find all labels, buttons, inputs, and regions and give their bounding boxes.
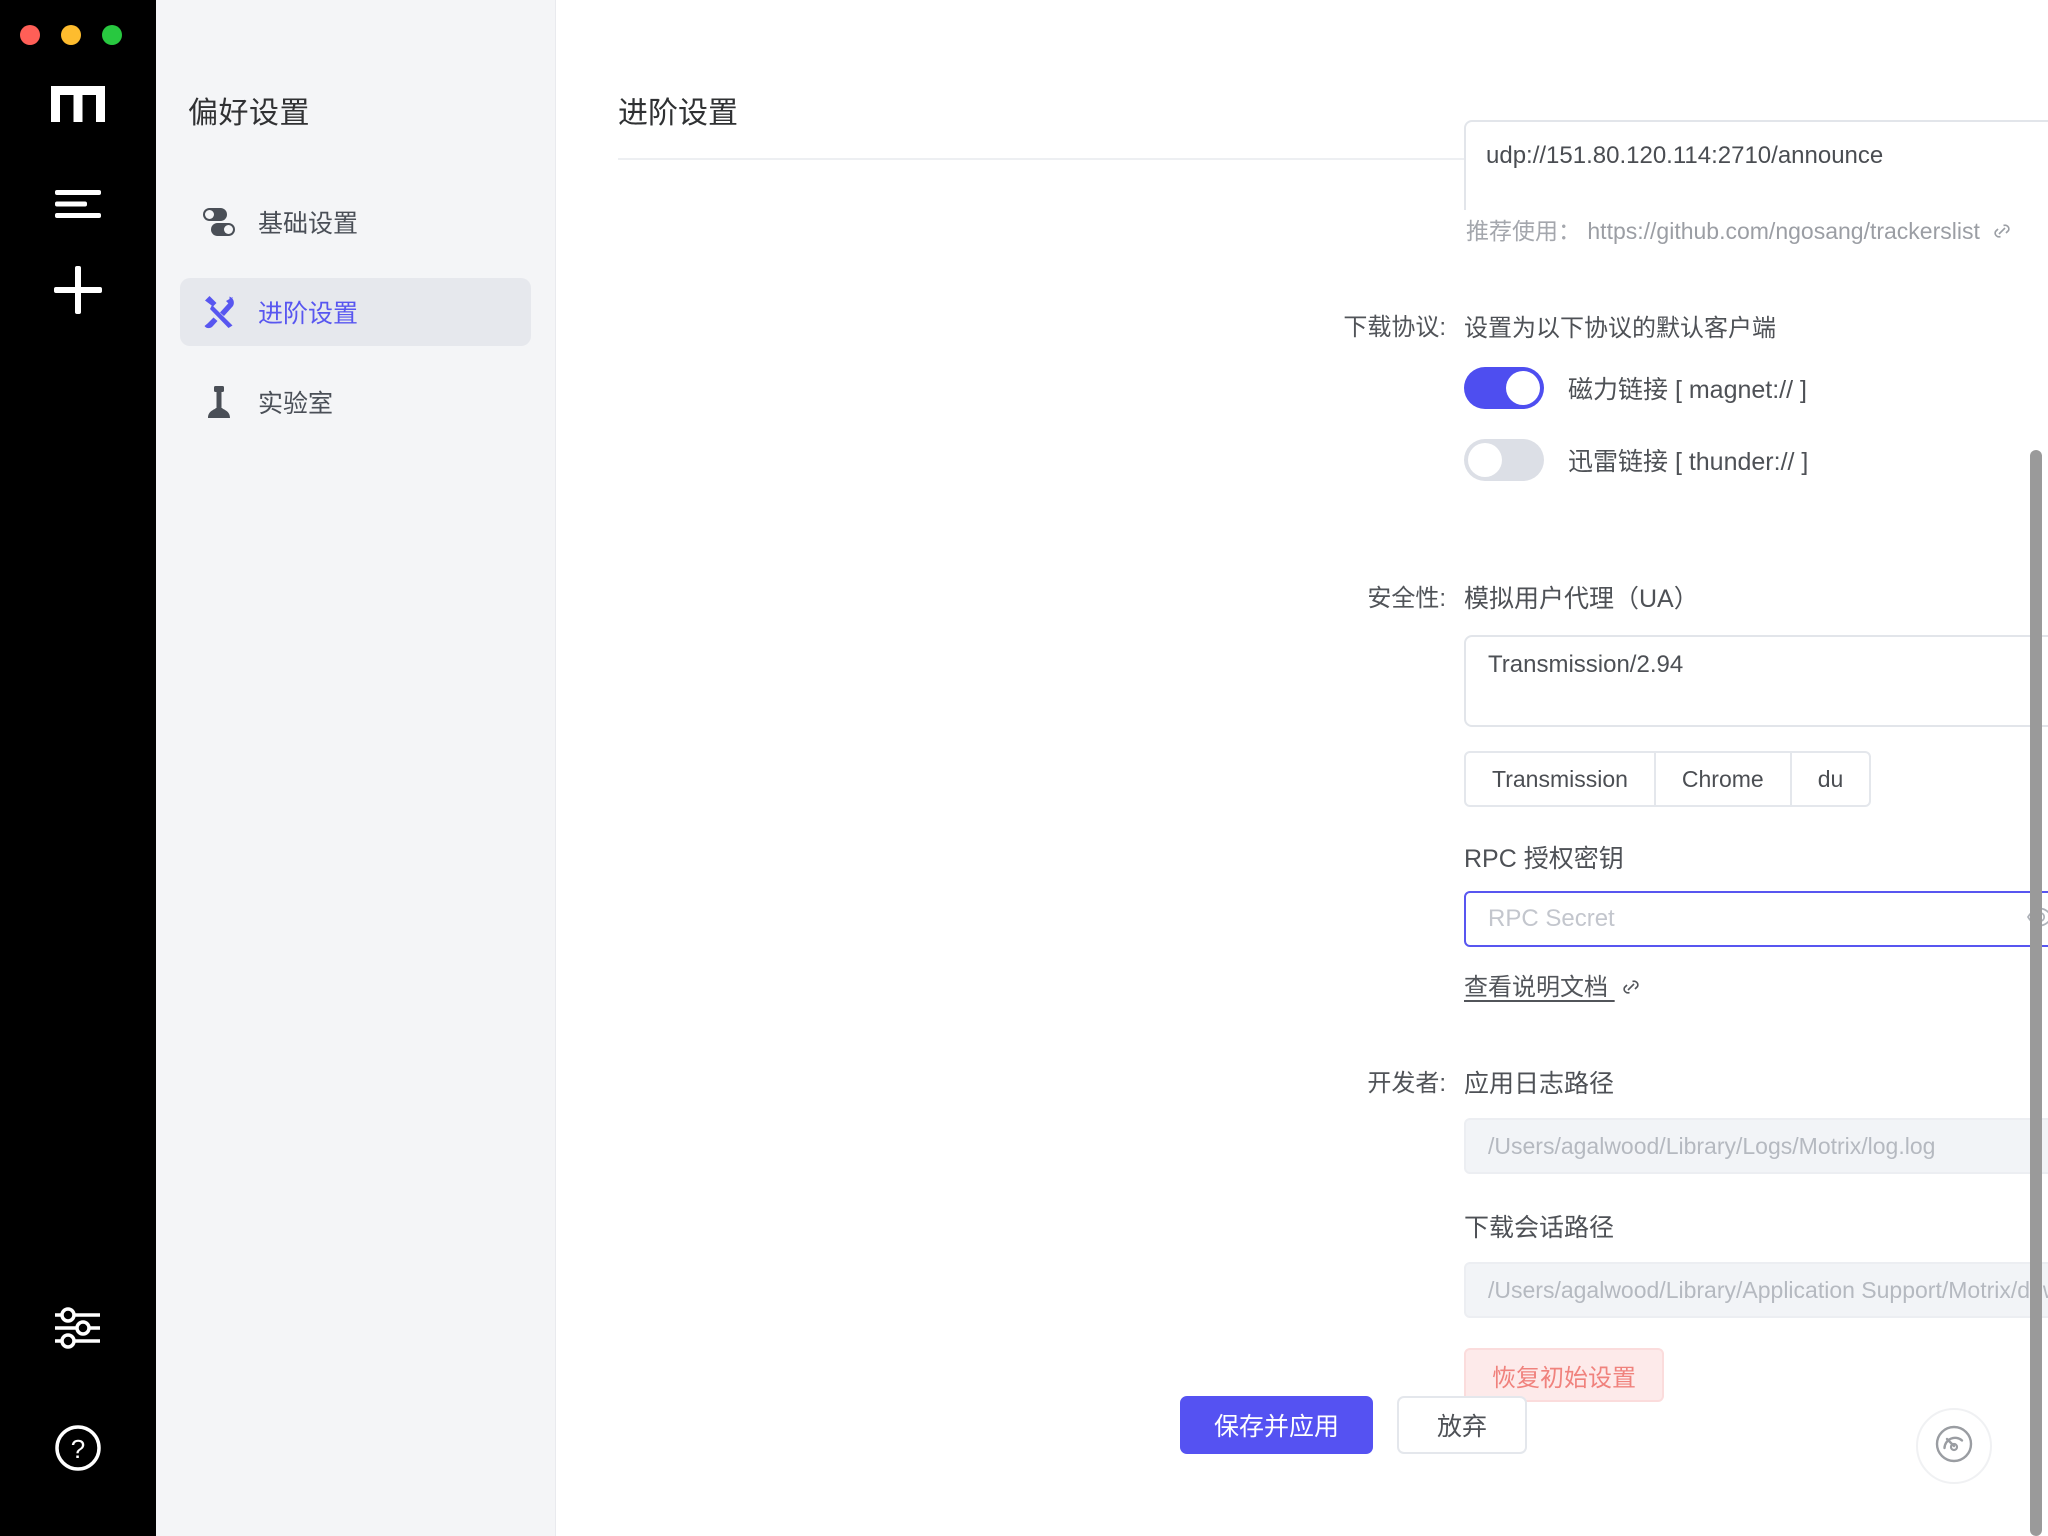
trackers-textarea[interactable]: udp://151.80.120.114:2710/announce <box>1464 120 2048 210</box>
security-body: 模拟用户代理（UA） Transmission/2.94 ◢ Transmiss… <box>1464 579 2048 1004</box>
log-path-row: /Users/agalwood/Library/Logs/Motrix/log.… <box>1464 1118 2048 1174</box>
rpc-secret-input[interactable]: RPC Secret <box>1464 891 2048 947</box>
rpc-title: RPC 授权密钥 <box>1464 845 1624 873</box>
external-link-icon <box>1992 220 2012 247</box>
task-list-icon[interactable] <box>46 172 110 236</box>
sidebar-item-basic[interactable]: 基础设置 <box>180 188 531 256</box>
svg-text:?: ? <box>71 1434 85 1464</box>
help-icon[interactable]: ? <box>46 1416 110 1480</box>
app-logo <box>47 78 109 122</box>
minimize-button[interactable] <box>61 25 81 45</box>
thunder-toggle-label: 迅雷链接 [ thunder:// ] <box>1568 448 1809 476</box>
ua-preset-transmission[interactable]: Transmission <box>1464 751 1656 807</box>
sidebar-item-label: 基础设置 <box>258 210 359 238</box>
trackers-tip-label: 推荐使用： <box>1466 218 1581 244</box>
log-path-title: 应用日志路径 <box>1464 1070 1615 1098</box>
magnet-toggle-knob <box>1506 371 1540 405</box>
developer-body: 应用日志路径 /Users/agalwood/Library/Logs/Motr… <box>1464 1064 2048 1402</box>
preferences-sidebar: 偏好设置 基础设置 进阶设置 实验室 <box>156 0 556 1536</box>
main-pane: 进阶设置 udp://151.80.120.114:2710/announce … <box>556 0 2048 1536</box>
app-window: ? 偏好设置 基础设置 进阶设置 实验室 进阶设置 udp://151.80.1… <box>0 0 2048 1536</box>
magnet-toggle[interactable] <box>1464 367 1544 409</box>
sidebar-item-label: 实验室 <box>258 390 334 418</box>
ua-preset-du[interactable]: du <box>1789 751 1872 807</box>
session-path-title: 下载会话路径 <box>1464 1214 1615 1242</box>
ua-textarea[interactable]: Transmission/2.94 ◢ <box>1464 635 2048 727</box>
session-path-input[interactable]: /Users/agalwood/Library/Application Supp… <box>1464 1262 2048 1318</box>
preferences-icon[interactable] <box>46 1296 110 1360</box>
rpc-secret-row: RPC Secret <box>1464 891 2048 947</box>
add-task-icon[interactable] <box>46 258 110 322</box>
sidebar-item-lab[interactable]: 实验室 <box>180 368 531 436</box>
rpc-doc-link[interactable]: 查看说明文档 <box>1464 967 1641 1004</box>
session-path-row: /Users/agalwood/Library/Application Supp… <box>1464 1262 2048 1318</box>
security-section: 安全性: 模拟用户代理（UA） Transmission/2.94 ◢ Tran… <box>556 579 2048 1004</box>
protocol-body: 设置为以下协议的默认客户端 磁力链接 [ magnet:// ] 迅雷链接 [ … <box>1464 308 2048 511</box>
toggles-icon <box>202 205 236 239</box>
ua-title: 模拟用户代理（UA） <box>1464 585 1699 613</box>
log-path-input[interactable]: /Users/agalwood/Library/Logs/Motrix/log.… <box>1464 1118 2048 1174</box>
magnet-toggle-row: 磁力链接 [ magnet:// ] <box>1464 367 2048 409</box>
chess-pawn-icon <box>202 385 236 419</box>
protocol-label: 下载协议: <box>1343 314 1446 341</box>
ua-preset-group: Transmission Chrome du <box>1464 751 2048 807</box>
sidebar-item-label: 进阶设置 <box>258 300 359 328</box>
close-button[interactable] <box>20 25 40 45</box>
rpc-secret-placeholder: RPC Secret <box>1488 905 1615 932</box>
sidebar-title: 偏好设置 <box>188 97 310 130</box>
developer-label: 开发者: <box>1367 1070 1446 1097</box>
trackers-field-wrap: udp://151.80.120.114:2710/announce <box>1464 120 2048 210</box>
thunder-toggle-knob <box>1468 443 1502 477</box>
speed-fab-button[interactable] <box>1916 1408 1992 1484</box>
ua-preset-chrome[interactable]: Chrome <box>1653 751 1792 807</box>
speed-gauge-icon <box>1932 1422 1976 1471</box>
sidebar-nav: 基础设置 进阶设置 实验室 <box>156 188 555 436</box>
main-scrollbar-thumb[interactable] <box>2030 450 2042 1536</box>
reset-settings-button[interactable]: 恢复初始设置 <box>1464 1348 1664 1402</box>
ua-value: Transmission/2.94 <box>1488 651 1684 678</box>
developer-section: 开发者: 应用日志路径 /Users/agalwood/Library/Logs… <box>556 1064 2048 1402</box>
discard-button[interactable]: 放弃 <box>1397 1396 1528 1454</box>
save-button[interactable]: 保存并应用 <box>1180 1396 1374 1454</box>
trackers-tip-link[interactable]: https://github.com/ngosang/trackerslist <box>1587 218 1979 244</box>
form-actions: 保存并应用 放弃 <box>1180 1396 1528 1454</box>
rail-bottom-group: ? <box>0 1296 156 1536</box>
maximize-button[interactable] <box>102 25 122 45</box>
traffic-lights <box>20 25 122 45</box>
protocol-description: 设置为以下协议的默认客户端 <box>1464 315 1776 342</box>
thunder-toggle[interactable] <box>1464 439 1544 481</box>
external-link-icon <box>1621 976 1641 1004</box>
app-rail: ? <box>0 0 156 1536</box>
sidebar-item-advanced[interactable]: 进阶设置 <box>180 278 531 346</box>
tools-icon <box>202 295 236 329</box>
magnet-toggle-label: 磁力链接 [ magnet:// ] <box>1568 376 1807 404</box>
settings-content: udp://151.80.120.114:2710/announce 推荐使用：… <box>556 120 2048 1536</box>
thunder-toggle-row: 迅雷链接 [ thunder:// ] <box>1464 439 2048 481</box>
main-scrollbar[interactable] <box>2030 450 2042 1536</box>
security-label: 安全性: <box>1367 585 1446 612</box>
trackers-tip: 推荐使用： https://github.com/ngosang/tracker… <box>1466 212 2012 247</box>
protocol-section: 下载协议: 设置为以下协议的默认客户端 磁力链接 [ magnet:// ] 迅… <box>556 308 2048 511</box>
rpc-doc-link-label: 查看说明文档 <box>1464 974 1608 1001</box>
